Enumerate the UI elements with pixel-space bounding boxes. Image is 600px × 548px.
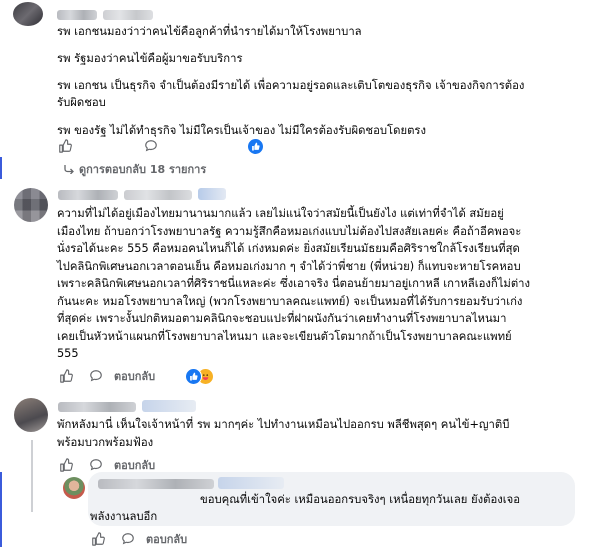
- avatar[interactable]: [63, 477, 85, 499]
- author-badge: [142, 400, 196, 412]
- comment-actions: ตอบกลับ: [56, 367, 215, 385]
- comment-line: ไปคลินิกพิเศษนอกเวลาตอนเย็น คือหมอเก่งมา…: [57, 259, 521, 273]
- author-badge: [198, 188, 226, 200]
- view-replies-link[interactable]: ดูการตอบกลับ 18 รายการ: [63, 160, 206, 178]
- avatar[interactable]: [14, 188, 48, 222]
- author-name[interactable]: [103, 10, 153, 20]
- comment-line: ที่สุดค่ะ เพราะงั้นปกติหมอตามคลินิกจะชอบ…: [57, 312, 507, 325]
- thumbs-up-icon[interactable]: [88, 530, 108, 548]
- thumbs-up-icon[interactable]: [56, 367, 76, 385]
- avatar[interactable]: [13, 2, 43, 26]
- comment-line: รพ เอกชน เป็นธุรกิจ จำเป็นต้องมีรายได้ เ…: [57, 79, 525, 92]
- thread-indicator: [0, 472, 2, 547]
- comment-actions: [55, 137, 264, 155]
- author-name[interactable]: [58, 402, 136, 412]
- comment-actions: ตอบกลับ: [88, 530, 187, 548]
- reply-bubble-icon[interactable]: [118, 530, 138, 548]
- thumbs-up-icon[interactable]: [56, 456, 76, 474]
- comment-line: รพ รัฐมองว่าคนไข้คือผู้มาขอรับบริการ: [57, 52, 243, 65]
- comment-line: เพราะคลินิกพิเศษนอกเวลาที่ศิริราชนี่แหละ…: [57, 277, 531, 290]
- like-reaction-icon[interactable]: [247, 137, 264, 155]
- reply-button[interactable]: ตอบกลับ: [146, 530, 187, 548]
- comment-line: พร้อมบวกพร้อมฟ้อง: [57, 435, 154, 449]
- author-badge: [218, 477, 284, 489]
- thumbs-up-icon[interactable]: [55, 137, 75, 155]
- author-name[interactable]: [58, 190, 118, 200]
- comment-line: รพ เอกชนมองว่าว่าคนไข้คือลูกค้าที่นำรายไ…: [57, 25, 362, 38]
- comment-line: ขอบคุณที่เข้าใจค่ะ เหมือนออกรบจริงๆ เหนื…: [200, 493, 521, 506]
- comment-line: เมืองไทย ถ้าบอกว่าโรงพยาบาลรัฐ ความรู้สึ…: [57, 224, 522, 238]
- reply-bubble: ขอบคุณที่เข้าใจค่ะ เหมือนออกรบจริงๆ เหนื…: [88, 472, 575, 526]
- thread-indicator: [0, 157, 2, 179]
- avatar[interactable]: [14, 398, 48, 432]
- author-name[interactable]: [57, 10, 97, 20]
- reply-bubble-icon[interactable]: [141, 137, 161, 155]
- comment-line: 555: [57, 347, 79, 360]
- view-replies-label: ดูการตอบกลับ 18 รายการ: [79, 163, 207, 176]
- comment-line: กันนะคะ หมอโรงพยาบาลใหญ่ (พวกโรงพยาบาลคณ…: [57, 294, 523, 308]
- comment-line: พลังงานลบอีก: [90, 510, 158, 523]
- reply-bubble-icon[interactable]: [86, 367, 106, 385]
- reply-button[interactable]: ตอบกลับ: [114, 367, 155, 385]
- comment-line: พักหลังมานี่ เห็นใจเจ้าหน้าที่ รพ มากๆค่…: [57, 418, 510, 431]
- comment-line: ความที่ไม่ได้อยู่เมืองไทยมานานมากแล้ว เล…: [57, 207, 504, 220]
- author-name[interactable]: [124, 190, 192, 200]
- author-name[interactable]: [98, 479, 214, 489]
- curved-arrow-icon: [64, 165, 74, 174]
- comment-line: รับผิดชอบ: [57, 96, 106, 109]
- comment-line: นั่งรอได้นะคะ 555 คือหมอคนไหนก็ได้ เก่งห…: [57, 242, 520, 255]
- like-reaction-icon[interactable]: [185, 367, 203, 385]
- thread-line: [31, 440, 33, 512]
- comment-line: เคยเป็นหัวหน้าแผนกที่โรงพยาบาลไหนมา และจ…: [57, 329, 512, 343]
